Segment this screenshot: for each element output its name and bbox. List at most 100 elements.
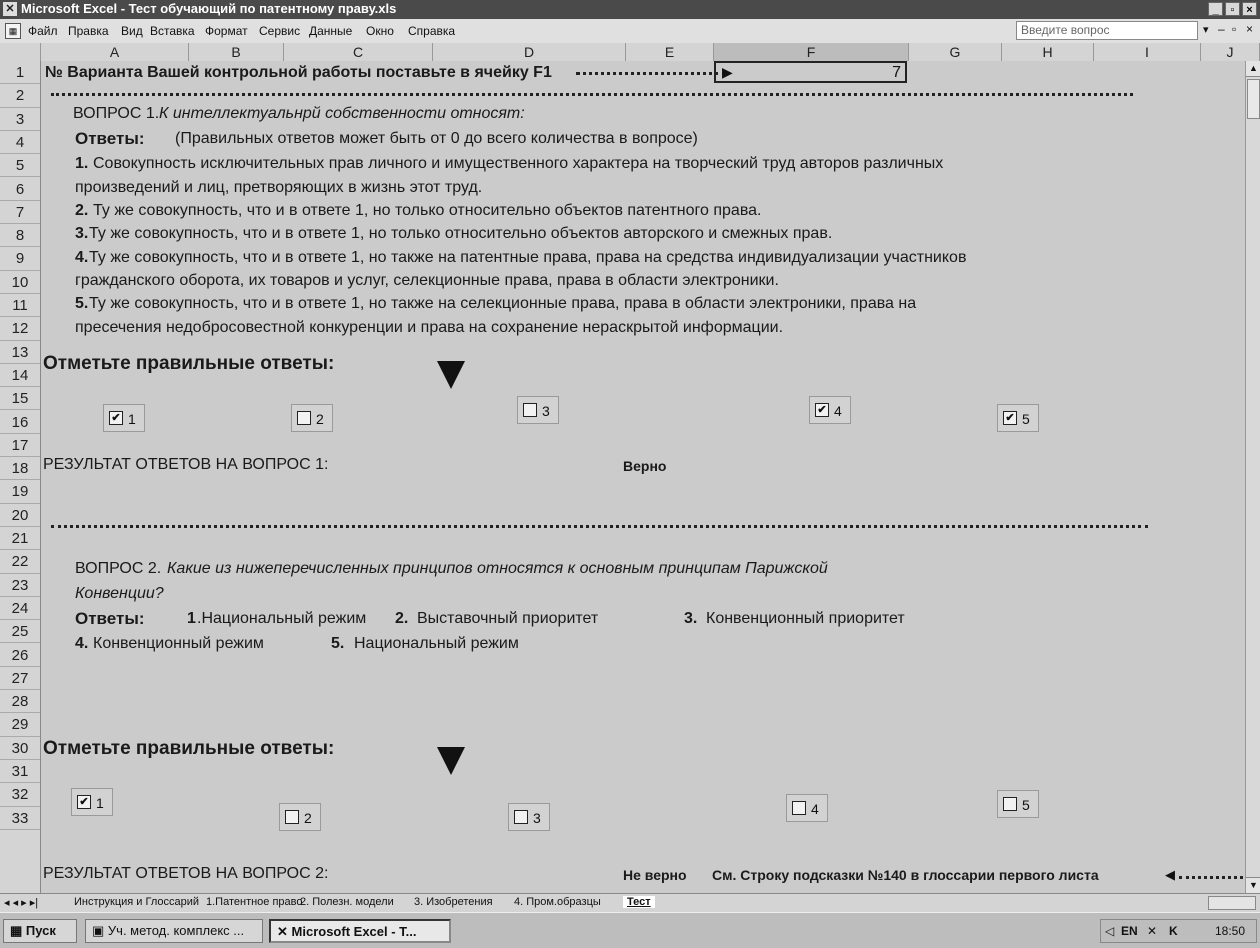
row-header-14[interactable]: 14: [0, 364, 40, 388]
keyboard-layout-icon[interactable]: K: [1169, 920, 1178, 942]
tab-test[interactable]: Тест: [623, 896, 655, 908]
q2-checkbox-4[interactable]: 4: [786, 794, 828, 822]
ask-dropdown-icon[interactable]: ▾: [1203, 23, 1209, 36]
doc-restore-icon[interactable]: ▫: [1232, 22, 1236, 36]
row-header-13[interactable]: 13: [0, 341, 40, 364]
excel-app-icon[interactable]: ✕: [3, 2, 17, 16]
row-header-10[interactable]: 10: [0, 271, 40, 294]
menu-help[interactable]: Справка: [408, 24, 455, 38]
horizontal-scrollbar[interactable]: [1208, 896, 1256, 910]
maximize-button[interactable]: ▫: [1225, 2, 1240, 16]
menu-format[interactable]: Формат: [205, 24, 248, 38]
row-header-19[interactable]: 19: [0, 480, 40, 504]
close-button[interactable]: ×: [1242, 2, 1257, 16]
column-header-i[interactable]: I: [1094, 43, 1201, 61]
row-header-30[interactable]: 30: [0, 737, 40, 760]
row-header-29[interactable]: 29: [0, 713, 40, 737]
vertical-scrollbar[interactable]: ▲ ▼: [1245, 61, 1260, 893]
cell-f1-selected[interactable]: 7: [714, 61, 907, 83]
row-header-1[interactable]: 1: [0, 61, 40, 85]
menu-file[interactable]: Файл: [28, 24, 58, 38]
menu-window[interactable]: Окно: [366, 24, 394, 38]
ask-question-box[interactable]: Введите вопрос: [1016, 21, 1198, 40]
column-header-a[interactable]: A: [41, 43, 189, 61]
tab-inventions[interactable]: 3. Изобретения: [414, 896, 493, 908]
worksheet-area[interactable]: № Варианта Вашей контрольной работы пост…: [41, 61, 1245, 893]
start-button[interactable]: ▦ Пуск: [3, 919, 77, 943]
tab-utility-models[interactable]: 2. Полезн. модели: [300, 896, 394, 908]
q2-checkbox-3[interactable]: 3: [508, 803, 550, 831]
column-header-b[interactable]: B: [189, 43, 284, 61]
row-header-11[interactable]: 11: [0, 294, 40, 318]
row-header-9[interactable]: 9: [0, 247, 40, 271]
menu-edit[interactable]: Правка: [68, 24, 109, 38]
row-header-31[interactable]: 31: [0, 760, 40, 784]
taskbar-word-doc[interactable]: ▣ Уч. метод. комплекс ...: [85, 919, 263, 943]
row-header-6[interactable]: 6: [0, 178, 40, 201]
row-header-26[interactable]: 26: [0, 644, 40, 667]
q1-checkbox-2[interactable]: 2: [291, 404, 333, 432]
tab-instructions[interactable]: Инструкция и Глоссарий: [74, 896, 199, 908]
minimize-button[interactable]: _: [1208, 2, 1223, 16]
checkmark-icon[interactable]: ✔: [1003, 411, 1017, 425]
row-header-17[interactable]: 17: [0, 434, 40, 458]
checkmark-icon[interactable]: ✔: [109, 411, 123, 425]
row-header-28[interactable]: 28: [0, 690, 40, 714]
q2-checkbox-5[interactable]: 5: [997, 790, 1039, 818]
row-header-21[interactable]: 21: [0, 527, 40, 551]
doc-minimize-icon[interactable]: –: [1218, 22, 1225, 36]
menu-view[interactable]: Вид: [121, 24, 143, 38]
row-header-4[interactable]: 4: [0, 131, 40, 155]
column-header-d[interactable]: D: [433, 43, 626, 61]
q1-checkbox-5[interactable]: ✔ 5: [997, 404, 1039, 432]
row-header-16[interactable]: 16: [0, 411, 40, 434]
row-header-24[interactable]: 24: [0, 597, 40, 621]
row-header-5[interactable]: 5: [0, 154, 40, 178]
volume-icon[interactable]: ◁: [1105, 920, 1114, 942]
q1-checkbox-3[interactable]: 3: [517, 396, 559, 424]
row-header-7[interactable]: 7: [0, 201, 40, 225]
row-header-32[interactable]: 32: [0, 783, 40, 807]
tab-patent-law[interactable]: 1.Патентное право: [206, 896, 303, 908]
row-header-8[interactable]: 8: [0, 224, 40, 248]
row-header-20[interactable]: 20: [0, 504, 40, 527]
column-header-g[interactable]: G: [909, 43, 1002, 61]
row-header-3[interactable]: 3: [0, 108, 40, 131]
row-header-27[interactable]: 27: [0, 667, 40, 691]
column-header-h[interactable]: H: [1002, 43, 1094, 61]
menu-insert[interactable]: Вставка: [150, 24, 195, 38]
q1-checkbox-4[interactable]: ✔ 4: [809, 396, 851, 424]
row-header-15[interactable]: 15: [0, 387, 40, 411]
q1-answer-5-num: 5.: [75, 295, 89, 312]
doc-close-icon[interactable]: ×: [1246, 22, 1253, 36]
scroll-up-icon[interactable]: ▲: [1246, 61, 1260, 77]
row-header-2[interactable]: 2: [0, 84, 40, 108]
column-header-j[interactable]: J: [1201, 43, 1260, 61]
q2-checkbox-2[interactable]: 2: [279, 803, 321, 831]
scroll-thumb[interactable]: [1247, 79, 1260, 119]
q2-checkbox-1[interactable]: ✔ 1: [71, 788, 113, 816]
workbook-icon[interactable]: ▦: [5, 23, 21, 39]
checkmark-icon[interactable]: ✔: [815, 403, 829, 417]
taskbar-excel[interactable]: ✕ Microsoft Excel - T...: [269, 919, 451, 943]
checkmark-icon[interactable]: ✔: [77, 795, 91, 809]
row-header-25[interactable]: 25: [0, 620, 40, 644]
row-header-12[interactable]: 12: [0, 317, 40, 341]
row-header-22[interactable]: 22: [0, 550, 40, 574]
tab-industrial-designs[interactable]: 4. Пром.образцы: [514, 896, 601, 908]
menu-tools[interactable]: Сервис: [259, 24, 300, 38]
column-header-e[interactable]: E: [626, 43, 714, 61]
pointer-dotted-line: [576, 72, 726, 75]
row-header-18[interactable]: 18: [0, 457, 40, 481]
row-header-33[interactable]: 33: [0, 807, 40, 830]
excel-tray-icon[interactable]: ✕: [1147, 920, 1157, 942]
select-all-corner[interactable]: [0, 43, 41, 61]
menu-data[interactable]: Данные: [309, 24, 352, 38]
row-header-23[interactable]: 23: [0, 574, 40, 597]
tab-nav-arrows-icon[interactable]: ◂ ◂ ▸ ▸|: [4, 896, 38, 909]
language-indicator[interactable]: EN: [1121, 920, 1138, 942]
scroll-down-icon[interactable]: ▼: [1246, 877, 1260, 893]
column-header-f[interactable]: F: [714, 43, 909, 61]
column-header-c[interactable]: C: [284, 43, 433, 61]
q1-checkbox-1[interactable]: ✔ 1: [103, 404, 145, 432]
